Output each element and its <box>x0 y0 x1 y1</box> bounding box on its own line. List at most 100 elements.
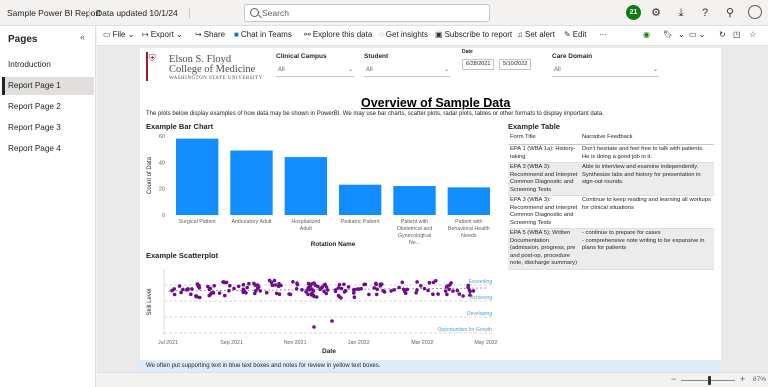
zoom-out-button[interactable]: − <box>671 374 676 384</box>
bar[interactable] <box>338 184 382 215</box>
scatter-point[interactable] <box>322 283 327 287</box>
scatter-point[interactable] <box>212 284 216 288</box>
scatter-point[interactable] <box>309 293 314 297</box>
scatter-point[interactable] <box>415 280 419 284</box>
table-row[interactable]: EPA 5 (WBA 5): Written Documentation (ad… <box>508 229 714 270</box>
scatter-point[interactable] <box>190 287 194 291</box>
scatter-point[interactable] <box>419 284 423 288</box>
scatter-point[interactable] <box>304 290 308 294</box>
scatter-point[interactable] <box>471 289 476 293</box>
collapse-pane-icon[interactable]: « <box>80 32 85 42</box>
scatter-point[interactable] <box>258 289 262 293</box>
scatter-point[interactable] <box>449 281 453 285</box>
zoom-in-button[interactable]: + <box>740 374 745 384</box>
notifications-badge[interactable]: 21 <box>626 5 641 20</box>
scatter-point[interactable] <box>400 280 405 285</box>
date-end-input[interactable]: 5/10/2022 <box>499 59 531 70</box>
scatter-point[interactable] <box>208 286 213 291</box>
scatter-point[interactable] <box>307 282 311 286</box>
scatter-point[interactable] <box>277 281 281 286</box>
search-input[interactable]: Search <box>244 4 490 22</box>
feedback-table[interactable]: Form Title Narrative Feedback EPA 1 (WBA… <box>508 132 714 270</box>
scatter-point[interactable] <box>245 285 249 290</box>
set-alert-button[interactable]: ♫ Set alert <box>517 30 555 39</box>
page-item-report-page-3[interactable]: Report Page 3 <box>2 119 94 137</box>
scatter-point[interactable] <box>451 289 455 293</box>
scatter-point[interactable] <box>436 292 440 296</box>
scatter-point[interactable] <box>272 278 277 283</box>
scatter-point[interactable] <box>264 290 269 295</box>
scatter-point[interactable] <box>312 281 316 285</box>
scatter-point[interactable] <box>443 289 448 293</box>
scatter-point[interactable] <box>431 292 435 296</box>
scatter-point[interactable] <box>241 282 246 287</box>
more-options-button[interactable]: ··· <box>599 30 607 39</box>
bar-chart[interactable]: 0 20 40 60 Count of Data Surgical Patient Ambu… <box>144 132 498 248</box>
slicer-care-domain[interactable]: All ⌄ <box>552 65 659 77</box>
scatter-point[interactable] <box>232 286 236 291</box>
scatter-point[interactable] <box>426 288 430 293</box>
bookmark-icon[interactable]: 🔖︎ <box>663 30 673 39</box>
scatter-point[interactable] <box>362 282 366 287</box>
favorite-star-icon[interactable]: ☆ <box>749 30 756 39</box>
scatter-point[interactable] <box>445 284 450 288</box>
gear-icon[interactable]: ⚙ <box>649 6 663 20</box>
share-people-icon[interactable]: ⚲ <box>723 6 737 20</box>
scatter-point[interactable] <box>312 325 316 329</box>
page-item-report-page-4[interactable]: Report Page 4 <box>2 140 94 158</box>
table-row[interactable]: EPA 3 (WBA 3): Recommend and Interpret C… <box>508 196 714 229</box>
download-icon[interactable]: ⤓ <box>674 6 688 20</box>
table-row[interactable]: EPA 1 (WBA 1a): History-taking Don't hes… <box>508 145 714 163</box>
scatter-point[interactable] <box>197 295 202 300</box>
scatter-point[interactable] <box>468 293 472 297</box>
scatter-point[interactable] <box>339 286 344 291</box>
scatter-point[interactable] <box>197 286 202 290</box>
avatar[interactable] <box>748 5 762 19</box>
scatter-point[interactable] <box>222 280 226 284</box>
scatter-point[interactable] <box>346 285 351 289</box>
scatter-point[interactable] <box>277 292 282 296</box>
scatter-point[interactable] <box>445 292 449 297</box>
scatter-point[interactable] <box>324 291 329 296</box>
scatter-point[interactable] <box>352 295 357 299</box>
scatter-point[interactable] <box>194 294 198 298</box>
scatter-point[interactable] <box>457 292 462 296</box>
reload-icon[interactable]: ↻ <box>719 30 726 39</box>
scatter-point[interactable] <box>382 290 387 294</box>
bar[interactable] <box>175 138 219 215</box>
date-start-input[interactable]: 6/28/2021 <box>462 59 494 70</box>
scatter-point[interactable] <box>252 291 257 296</box>
scatter-point[interactable] <box>427 280 432 285</box>
scatter-point[interactable] <box>236 284 241 289</box>
scatter-point[interactable] <box>287 292 291 296</box>
scatter-point[interactable] <box>186 287 190 291</box>
file-menu[interactable]: ▭ File ⌄ <box>103 30 134 39</box>
scatter-point[interactable] <box>434 279 438 283</box>
scatter-point[interactable] <box>342 290 347 294</box>
scatter-point[interactable] <box>330 319 334 323</box>
table-header-narrative-feedback[interactable]: Narrative Feedback <box>580 133 714 143</box>
scatter-point[interactable] <box>403 291 408 295</box>
scatter-point[interactable] <box>211 290 215 295</box>
chat-in-teams-button[interactable]: ■ Chat in Teams <box>234 30 292 39</box>
scatter-point[interactable] <box>461 294 465 298</box>
scatter-point[interactable] <box>306 286 311 290</box>
table-header-form-title[interactable]: Form Title <box>508 133 580 143</box>
scatter-point[interactable] <box>255 283 260 287</box>
scatter-point[interactable] <box>468 289 472 294</box>
scatter-point[interactable] <box>352 291 356 295</box>
scatter-point[interactable] <box>255 286 260 290</box>
scatter-point[interactable] <box>189 292 193 297</box>
page-item-report-page-1[interactable]: Report Page 1 <box>2 77 94 95</box>
export-menu[interactable]: ↦ Export ⌄ <box>142 30 183 39</box>
bar[interactable] <box>230 150 273 215</box>
slicer-clinical-campus[interactable]: All ⌄ <box>276 65 354 77</box>
zoom-slider-thumb[interactable] <box>708 376 711 385</box>
scatter-point[interactable] <box>342 282 346 287</box>
help-icon[interactable]: ? <box>698 6 712 20</box>
scatter-point[interactable] <box>247 281 251 286</box>
scatter-point[interactable] <box>374 282 378 287</box>
refresh-status-icon[interactable]: ◉ <box>643 30 650 39</box>
bar[interactable] <box>284 157 328 215</box>
scatter-point[interactable] <box>223 293 227 298</box>
